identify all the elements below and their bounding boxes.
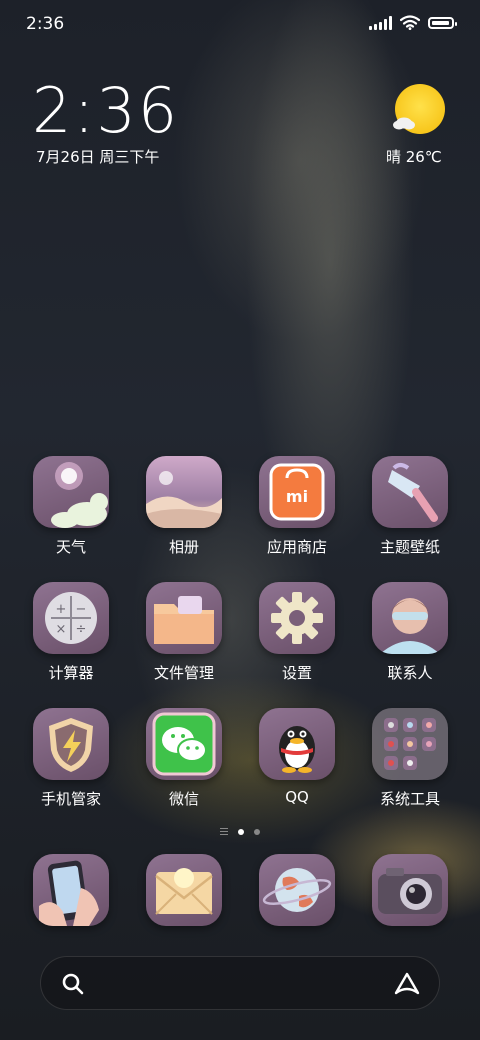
app-label: 微信 (168, 790, 199, 808)
app-label: 手机管家 (40, 790, 101, 808)
app-qq[interactable]: QQ (242, 708, 352, 806)
assistant-icon[interactable] (393, 971, 421, 997)
app-label: 计算器 (48, 664, 94, 682)
dock-messages[interactable] (129, 854, 239, 926)
weather-text[interactable]: 晴 26℃ (386, 146, 442, 167)
app-file-manager[interactable]: 文件管理 (129, 582, 239, 683)
app-label: 应用商店 (266, 538, 327, 556)
folder-system-tools[interactable]: 系统工具 (355, 708, 465, 809)
wechat-app-icon (146, 708, 222, 780)
app-label: 文件管理 (153, 664, 214, 682)
camera-app-icon (372, 854, 448, 926)
calculator-app-icon: + − × ÷ (33, 582, 109, 654)
app-label: 系统工具 (379, 790, 440, 808)
security-app-icon (33, 708, 109, 780)
gallery-app-icon (146, 456, 222, 528)
app-security[interactable]: 手机管家 (16, 708, 126, 809)
wifi-icon (400, 15, 420, 30)
clock-widget-time[interactable]: 2:36 (32, 74, 179, 147)
dock-camera[interactable] (355, 854, 465, 926)
app-label: 主题壁纸 (379, 538, 440, 556)
app-store[interactable]: mi 应用商店 (242, 456, 352, 557)
contacts-app-icon (372, 582, 448, 654)
file-manager-app-icon (146, 582, 222, 654)
clock-widget-date[interactable]: 7月26日 周三下午 (36, 146, 159, 167)
status-time: 2:36 (26, 14, 65, 34)
app-label: 天气 (55, 538, 86, 556)
system-tools-folder-icon (372, 708, 448, 780)
svg-text:mi: mi (286, 487, 308, 506)
settings-app-icon (259, 582, 335, 654)
app-themes[interactable]: 主题壁纸 (355, 456, 465, 557)
phone-app-icon (33, 854, 109, 926)
svg-text:+: + (56, 602, 67, 617)
app-calculator[interactable]: + − × ÷ 计算器 (16, 582, 126, 683)
qq-app-icon (259, 708, 335, 780)
search-icon[interactable] (61, 972, 85, 996)
app-weather[interactable]: 天气 (16, 456, 126, 557)
sunny-cloud-icon[interactable] (390, 83, 446, 139)
signal-icon (369, 15, 392, 30)
svg-text:÷: ÷ (76, 622, 87, 637)
app-label: 设置 (281, 664, 312, 682)
dock-phone[interactable] (16, 854, 126, 926)
svg-text:×: × (56, 622, 67, 637)
dock-browser[interactable] (242, 854, 352, 926)
search-bar[interactable] (40, 956, 440, 1010)
browser-app-icon (259, 854, 335, 926)
app-wechat[interactable]: 微信 (129, 708, 239, 809)
app-label: QQ (285, 788, 309, 806)
app-store-icon: mi (259, 456, 335, 528)
page-dot-active (238, 828, 244, 835)
messages-app-icon (146, 854, 222, 926)
svg-text:−: − (76, 602, 87, 617)
status-bar: 2:36 (0, 0, 480, 50)
status-icons (369, 15, 457, 30)
feed-page-indicator-icon (220, 828, 228, 835)
app-label: 相册 (168, 538, 199, 556)
battery-icon (428, 16, 457, 29)
themes-app-icon (372, 456, 448, 528)
app-gallery[interactable]: 相册 (129, 456, 239, 557)
page-indicator[interactable] (0, 828, 480, 835)
app-settings[interactable]: 设置 (242, 582, 352, 683)
page-dot (254, 828, 260, 835)
weather-app-icon (33, 456, 109, 528)
app-contacts[interactable]: 联系人 (355, 582, 465, 683)
app-label: 联系人 (387, 664, 433, 682)
